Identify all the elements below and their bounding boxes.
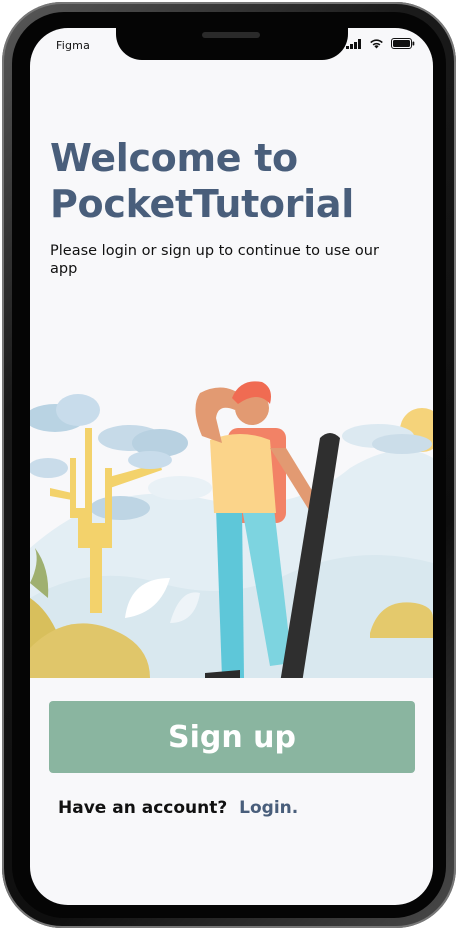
signal-icon [346,38,361,49]
wifi-icon [370,39,383,49]
account-prompt: Have an account? [58,798,228,818]
app-screen: Figma Welcome to PocketTutorial Please l… [30,28,433,905]
status-icons [346,38,415,49]
carrier-label: Figma [56,39,91,52]
title-line-2: PocketTutorial [50,182,354,226]
signup-button[interactable]: Sign up [49,701,415,773]
camera-notch [116,28,348,60]
page-subtitle: Please login or sign up to continue to u… [50,243,379,277]
login-link[interactable]: Login. [239,798,298,818]
page-title: Welcome to PocketTutorial [50,135,420,227]
welcome-illustration [30,381,433,678]
login-row: Have an account? Login. [58,798,298,818]
speaker-grille [202,32,260,38]
battery-icon [391,38,415,49]
title-line-1: Welcome to [50,136,298,180]
